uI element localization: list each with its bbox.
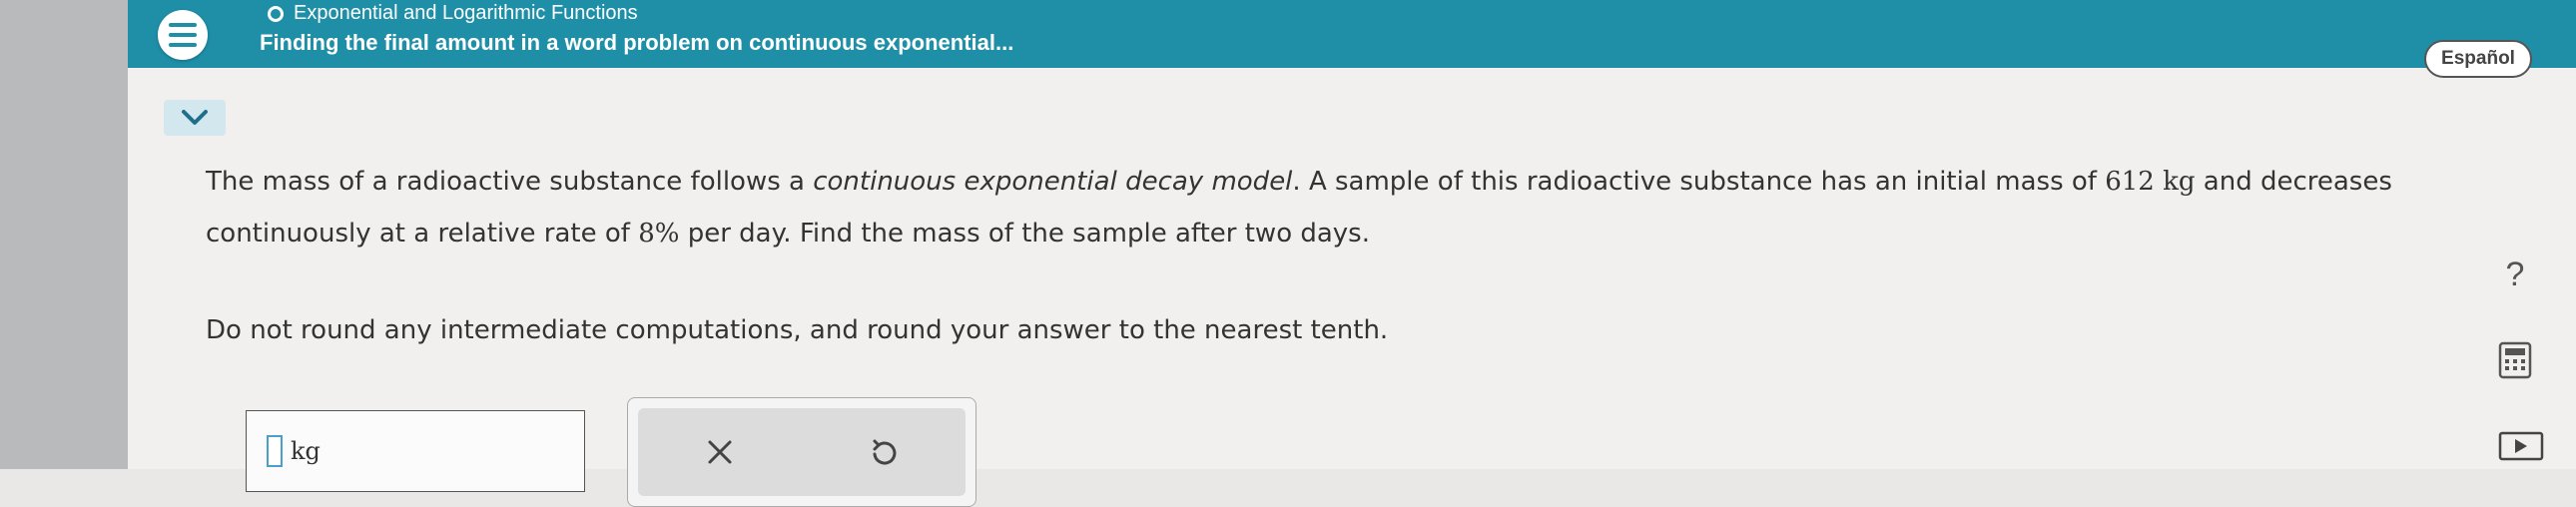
undo-icon xyxy=(873,439,897,465)
left-sidebar-strip xyxy=(0,0,128,469)
rounding-note: Do not round any intermediate computatio… xyxy=(206,315,1389,345)
close-icon xyxy=(708,440,732,464)
topic-row: Exponential and Logarithmic Functions xyxy=(268,2,638,25)
topic-status-icon xyxy=(268,5,284,22)
question-text: The mass of a radioactive substance foll… xyxy=(206,156,2472,259)
chevron-down-icon xyxy=(182,110,208,125)
hamburger-icon-line xyxy=(169,23,197,27)
play-button[interactable] xyxy=(2498,431,2544,461)
question-part: . A sample of this radioactive substance… xyxy=(1292,167,2097,197)
hamburger-icon-line xyxy=(169,43,197,47)
clear-button[interactable] xyxy=(690,422,750,482)
calculator-icon xyxy=(2498,341,2532,379)
problem-title: Finding the final amount in a word probl… xyxy=(260,30,1014,55)
language-button[interactable]: Español xyxy=(2424,40,2532,78)
calculator-button[interactable] xyxy=(2498,341,2532,379)
topic-title: Exponential and Logarithmic Functions xyxy=(294,2,638,24)
answer-tools xyxy=(638,408,966,496)
decay-rate: 8% xyxy=(638,219,680,249)
hamburger-icon-line xyxy=(169,33,197,37)
answer-input[interactable] xyxy=(267,435,283,467)
help-button[interactable]: ? xyxy=(2490,250,2540,299)
question-part: The mass of a radioactive substance foll… xyxy=(206,167,805,197)
answer-tools-panel xyxy=(627,397,976,507)
collapse-button[interactable] xyxy=(164,100,226,136)
question-part: per day. Find the mass of the sample aft… xyxy=(687,219,1370,249)
answer-unit: kg xyxy=(291,437,321,465)
play-icon xyxy=(2498,431,2544,461)
initial-mass: 612 kg xyxy=(2105,167,2196,197)
header-bar: Exponential and Logarithmic Functions Fi… xyxy=(128,0,2576,68)
undo-button[interactable] xyxy=(854,422,914,482)
answer-input-box[interactable]: kg xyxy=(246,410,585,492)
main-content: The mass of a radioactive substance foll… xyxy=(128,68,2504,507)
question-emphasis: continuous exponential decay model xyxy=(813,167,1293,197)
menu-button[interactable] xyxy=(158,10,208,60)
